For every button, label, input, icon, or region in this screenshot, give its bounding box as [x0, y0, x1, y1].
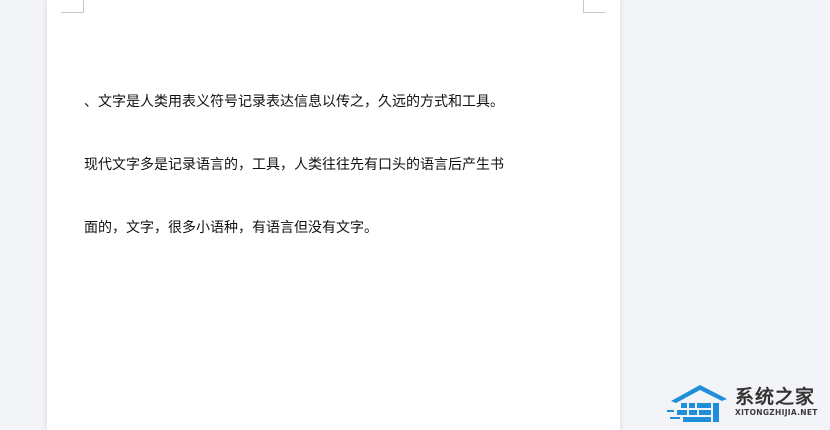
margin-corner-mark-right — [583, 0, 606, 13]
watermark-url: XITONGZHIJIA.NET — [735, 408, 818, 417]
document-page[interactable]: 、文字是人类用表义符号记录表达信息以传之，久远的方式和工具。 现代文字多是记录语… — [47, 0, 620, 430]
house-logo-icon — [667, 385, 727, 422]
margin-corner-mark-left — [61, 0, 84, 13]
document-line: 现代文字多是记录语言的，工具，人类往往先有口头的语言后产生书 — [84, 157, 504, 173]
document-line: 面的，文字，很多小语种，有语言但没有文字。 — [84, 220, 378, 236]
document-body-text[interactable]: 、文字是人类用表义符号记录表达信息以传之，久远的方式和工具。 现代文字多是记录语… — [84, 50, 589, 281]
watermark-name: 系统之家 — [735, 386, 816, 408]
site-watermark: 系统之家 XITONGZHIJIA.NET — [667, 379, 827, 427]
document-workspace: 、文字是人类用表义符号记录表达信息以传之，久远的方式和工具。 现代文字多是记录语… — [0, 0, 830, 430]
document-line: 、文字是人类用表义符号记录表达信息以传之，久远的方式和工具。 — [84, 94, 504, 110]
